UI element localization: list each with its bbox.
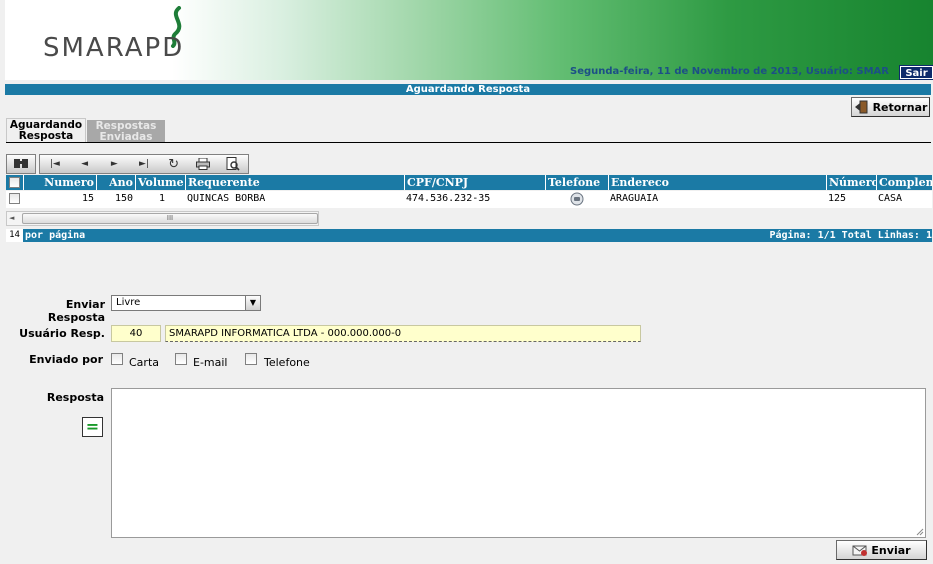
telefone-label: Telefone bbox=[264, 356, 310, 369]
back-button[interactable]: Retornar bbox=[851, 97, 930, 117]
resposta-textarea[interactable] bbox=[111, 388, 926, 538]
scroll-left-icon[interactable]: ◄ bbox=[9, 214, 14, 222]
tab-aguardando-resposta[interactable]: Aguardando Resposta bbox=[6, 118, 86, 142]
tab-label-line2: Resposta bbox=[18, 130, 74, 142]
cell-endereco: ARAGUAIA bbox=[610, 193, 659, 204]
tab-divider bbox=[6, 142, 931, 143]
column-header[interactable]: Requerente bbox=[185, 175, 404, 190]
table-row[interactable]: 15 150 1 QUINCAS BORBA 474.536.232-35 AR… bbox=[6, 191, 932, 208]
grid-header: Numero Ano Volume Requerente CPF/CNPJ Te… bbox=[6, 175, 932, 190]
enviar-resposta-select[interactable]: Livre ▼ bbox=[111, 295, 261, 311]
phone-icon[interactable] bbox=[545, 191, 608, 208]
carta-label: Carta bbox=[129, 356, 159, 369]
page-title: Aguardando Resposta bbox=[5, 84, 931, 95]
send-button-label: Enviar bbox=[871, 543, 911, 557]
dateline: Segunda-feira, 11 de Novembro de 2013, U… bbox=[570, 66, 889, 77]
logout-button[interactable]: Sair bbox=[899, 65, 933, 80]
exit-door-icon bbox=[854, 100, 868, 114]
row-checkbox[interactable] bbox=[9, 193, 20, 204]
tab-respostas-enviadas[interactable]: Respostas Enviadas bbox=[87, 120, 165, 143]
column-header[interactable]: Número bbox=[826, 175, 876, 190]
binoculars-icon bbox=[14, 159, 28, 168]
select-value: Livre bbox=[116, 297, 141, 308]
scrollbar-thumb[interactable]: III bbox=[22, 213, 318, 224]
cell-numero: 15 bbox=[81, 193, 94, 204]
usuario-code-field[interactable]: 40 bbox=[111, 325, 161, 342]
column-header[interactable]: Numero bbox=[23, 175, 96, 190]
usuario-name-field[interactable]: SMARAPD INFORMATICA LTDA - 000.000.000-0 bbox=[165, 325, 641, 342]
grid-nav-toolbar: |◄ ◄ ► ►| ↻ bbox=[39, 154, 249, 174]
telefone-checkbox[interactable] bbox=[245, 353, 257, 365]
send-mail-icon bbox=[852, 545, 868, 556]
back-button-label: Retornar bbox=[872, 100, 928, 114]
pagination-info: Página: 1/1 Total Linhas: 1 bbox=[769, 230, 932, 241]
prev-page-icon[interactable]: ◄ bbox=[70, 155, 100, 173]
column-header[interactable]: Volume bbox=[135, 175, 185, 190]
email-checkbox[interactable] bbox=[175, 353, 187, 365]
enviar-resposta-label: Enviar Resposta bbox=[47, 298, 105, 324]
filter-button[interactable] bbox=[6, 154, 36, 174]
next-page-icon[interactable]: ► bbox=[99, 155, 129, 173]
cell-numero-endereco: 125 bbox=[828, 193, 847, 204]
last-page-icon[interactable]: ►| bbox=[129, 155, 159, 173]
cell-ano: 150 bbox=[114, 193, 133, 204]
app-header: SMARAPD Segunda-feira, 11 de Novembro de… bbox=[5, 0, 933, 80]
cell-requerente: QUINCAS BORBA bbox=[187, 193, 266, 204]
refresh-icon[interactable]: ↻ bbox=[159, 155, 189, 173]
carta-checkbox[interactable] bbox=[111, 353, 123, 365]
email-label: E-mail bbox=[193, 356, 228, 369]
cell-complemento: CASA bbox=[878, 193, 903, 204]
column-header[interactable]: Ano bbox=[96, 175, 135, 190]
column-header[interactable]: Telefone bbox=[545, 175, 608, 190]
per-page-label: por página bbox=[25, 230, 86, 241]
insert-text-button[interactable]: = bbox=[82, 417, 103, 437]
logo-text: SMARAPD bbox=[43, 33, 185, 63]
send-button[interactable]: Enviar bbox=[836, 540, 927, 560]
enviado-por-label: Enviado por bbox=[29, 353, 103, 366]
resize-grip-icon[interactable] bbox=[916, 528, 924, 536]
column-header[interactable]: Endereco bbox=[608, 175, 826, 190]
resposta-label: Resposta bbox=[46, 391, 104, 404]
usuario-resp-label: Usuário Resp. bbox=[19, 327, 105, 340]
print-icon[interactable] bbox=[189, 155, 219, 173]
cell-cpf: 474.536.232-35 bbox=[406, 193, 491, 204]
select-all-checkbox[interactable] bbox=[9, 177, 20, 188]
per-page-input[interactable]: 14 bbox=[6, 229, 23, 242]
cell-volume: 1 bbox=[158, 193, 165, 204]
grid-footer: 14 por página Página: 1/1 Total Linhas: … bbox=[6, 229, 932, 242]
column-header[interactable]: CPF/CNPJ bbox=[404, 175, 545, 190]
column-header[interactable]: Compleme bbox=[876, 175, 932, 190]
first-page-icon[interactable]: |◄ bbox=[40, 155, 70, 173]
chevron-down-icon[interactable]: ▼ bbox=[245, 296, 260, 310]
preview-icon[interactable] bbox=[218, 155, 248, 173]
horizontal-scrollbar[interactable]: ◄ III bbox=[6, 211, 319, 226]
